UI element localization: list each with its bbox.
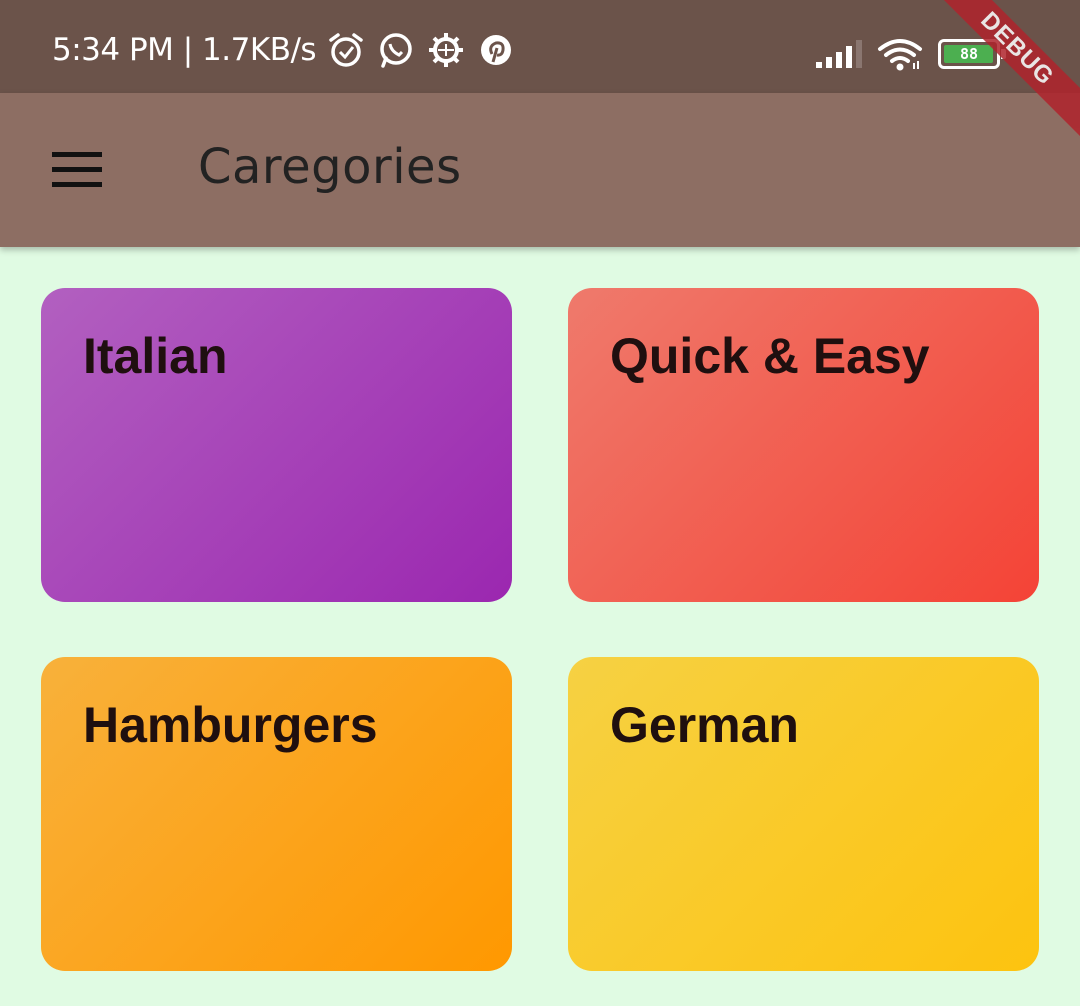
hamburger-menu-icon [52,152,102,187]
page-title: Caregories [198,139,462,195]
categories-grid: Italian Quick & Easy Hamburgers German [41,288,1039,971]
category-card-quick-easy[interactable]: Quick & Easy [568,288,1039,602]
category-card-italian[interactable]: Italian [41,288,512,602]
category-title: Quick & Easy [610,328,930,384]
menu-button[interactable] [40,138,114,202]
settings-gear-icon [426,30,466,70]
status-left: 5:34 PM | 1.7KB/s [52,30,516,70]
alarm-icon [326,30,366,70]
category-card-german[interactable]: German [568,657,1039,971]
app-bar: Caregories [0,93,1080,247]
category-title: Italian [83,328,228,384]
whatsapp-icon [376,30,416,70]
category-title: Hamburgers [83,697,378,753]
category-card-hamburgers[interactable]: Hamburgers [41,657,512,971]
signal-icon [814,38,862,70]
status-right: 88 [814,37,1006,71]
status-bar: 5:34 PM | 1.7KB/s 88 [0,0,1080,93]
wifi-icon [876,37,924,71]
category-title: German [610,697,799,753]
pinterest-icon [476,30,516,70]
status-time: 5:34 PM | 1.7KB/s [52,32,317,68]
battery-level: 88 [959,45,979,63]
